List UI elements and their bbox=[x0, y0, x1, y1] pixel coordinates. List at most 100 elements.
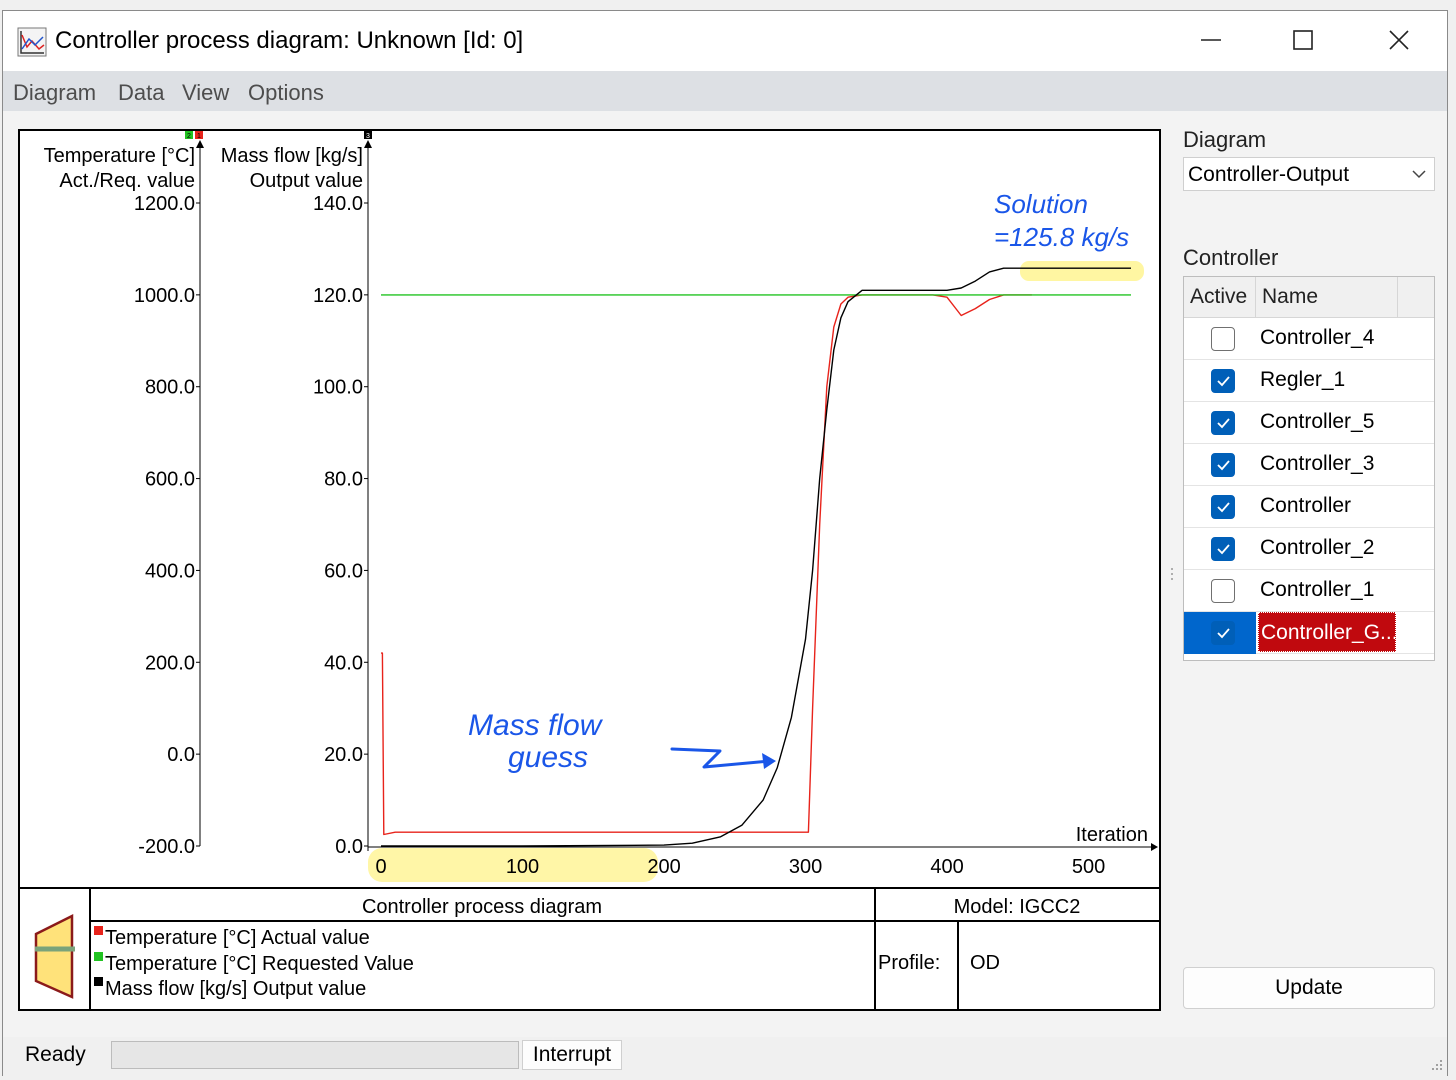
active-checkbox[interactable] bbox=[1211, 327, 1235, 351]
update-button[interactable]: Update bbox=[1183, 967, 1435, 1009]
controller-row[interactable]: Controller_4 bbox=[1184, 318, 1434, 360]
controller-row[interactable]: Controller_G... bbox=[1184, 612, 1434, 654]
valve-icon bbox=[34, 913, 75, 999]
controller-name: Controller_4 bbox=[1260, 326, 1375, 349]
annotation-solution-text: Solution bbox=[994, 189, 1088, 219]
temp-tick-label: 600.0 bbox=[145, 469, 195, 491]
active-checkbox[interactable] bbox=[1211, 621, 1235, 645]
progress-bar bbox=[111, 1041, 519, 1069]
series-temperature-actual bbox=[381, 294, 1032, 836]
chevron-down-icon bbox=[1412, 170, 1426, 179]
checkmark-icon bbox=[1217, 628, 1230, 639]
annotation-arrow bbox=[670, 747, 772, 769]
active-checkbox[interactable] bbox=[1211, 411, 1235, 435]
axis-marker-label: 3 bbox=[366, 133, 370, 140]
legend-swatch-red bbox=[94, 926, 103, 935]
maximize-icon bbox=[1293, 30, 1313, 50]
temp-tick-label: 1000.0 bbox=[134, 285, 195, 307]
mass-tick-label: 80.0 bbox=[324, 469, 363, 491]
chart-app-icon bbox=[17, 27, 47, 57]
mass-tick-label: 40.0 bbox=[324, 652, 363, 674]
x-tick-label: 200 bbox=[647, 856, 680, 878]
controller-label: Controller bbox=[1183, 245, 1279, 270]
mass-axis-ticks: 140.0 120.0 100.0 80.0 60.0 40.0 20.0 0.0 bbox=[313, 193, 368, 858]
legend-label: Mass flow [kg/s] Output value bbox=[105, 978, 366, 1000]
minimize-icon bbox=[1201, 39, 1221, 41]
controller-row[interactable]: Regler_1 bbox=[1184, 360, 1434, 402]
profile-label: Profile: bbox=[878, 952, 940, 974]
annotation-solution-value: =125.8 kg/s bbox=[994, 222, 1129, 252]
x-axis-label: Iteration bbox=[1076, 824, 1148, 846]
controller-row[interactable]: Controller_5 bbox=[1184, 402, 1434, 444]
splitter-grip-icon bbox=[1171, 568, 1173, 580]
diagram-dropdown-value: Controller-Output bbox=[1188, 163, 1350, 186]
app-window: Controller process diagram: Unknown [Id:… bbox=[2, 10, 1448, 1077]
controller-name: Controller bbox=[1260, 494, 1352, 517]
close-icon bbox=[1389, 30, 1409, 50]
series-layer bbox=[381, 267, 1131, 847]
menu-view[interactable]: View bbox=[182, 80, 229, 106]
legend-item: Temperature [°C] Requested Value bbox=[94, 952, 414, 975]
legend-swatch-black bbox=[94, 977, 103, 986]
controller-row[interactable]: Controller_3 bbox=[1184, 444, 1434, 486]
temp-tick-label: 800.0 bbox=[145, 377, 195, 399]
controller-name: Controller_1 bbox=[1260, 578, 1375, 601]
active-checkbox[interactable] bbox=[1211, 369, 1235, 393]
legend-swatch-green bbox=[94, 952, 103, 961]
close-button[interactable] bbox=[1369, 17, 1429, 63]
temp-tick-label: 200.0 bbox=[145, 652, 195, 674]
x-tick-label: 300 bbox=[789, 856, 822, 878]
controller-row[interactable]: Controller bbox=[1184, 486, 1434, 528]
mass-axis-label: Mass flow [kg/s] bbox=[221, 145, 363, 167]
controller-row[interactable]: Controller_1 bbox=[1184, 570, 1434, 612]
series-mass-flow-output bbox=[381, 267, 1131, 847]
axis-marker-label: 2 bbox=[187, 133, 191, 140]
chart-panel: 2 1 3 Temperature [°C] Act./Req. value M… bbox=[18, 129, 1161, 1011]
menu-options[interactable]: Options bbox=[248, 80, 324, 106]
title-bar: Controller process diagram: Unknown [Id:… bbox=[3, 11, 1447, 71]
temp-axis-sublabel: Act./Req. value bbox=[59, 170, 195, 192]
legend-item: Temperature [°C] Actual value bbox=[94, 926, 370, 949]
x-axis-arrow bbox=[1151, 843, 1158, 851]
column-active[interactable]: Active bbox=[1184, 277, 1256, 317]
interrupt-button[interactable]: Interrupt bbox=[522, 1040, 622, 1070]
temp-axis-ticks: 1200.0 1000.0 800.0 600.0 400.0 200.0 0.0 -200.… bbox=[134, 193, 200, 858]
checkmark-icon bbox=[1217, 544, 1230, 555]
x-tick-label: 400 bbox=[930, 856, 963, 878]
annotation-solution: Solution =125.8 kg/s bbox=[994, 189, 1129, 252]
menu-data[interactable]: Data bbox=[118, 80, 164, 106]
mass-tick-label: 140.0 bbox=[313, 193, 363, 215]
checkmark-icon bbox=[1217, 376, 1230, 387]
menu-diagram[interactable]: Diagram bbox=[13, 80, 96, 106]
menu-bar: Diagram Data View Options bbox=[3, 71, 1447, 111]
annotation-mass-flow-guess: Mass flow guess bbox=[468, 709, 776, 774]
minimize-button[interactable] bbox=[1181, 17, 1241, 63]
column-name[interactable]: Name bbox=[1256, 277, 1398, 317]
active-checkbox[interactable] bbox=[1211, 579, 1235, 603]
diagram-dropdown[interactable]: Controller-Output bbox=[1183, 157, 1435, 191]
annotation-arrowhead bbox=[762, 753, 776, 769]
active-checkbox[interactable] bbox=[1211, 453, 1235, 477]
x-tick-label: 0 bbox=[375, 856, 386, 878]
resize-grip-icon[interactable] bbox=[1429, 1057, 1443, 1071]
temp-tick-label: 1200.0 bbox=[134, 193, 195, 215]
profile-value: OD bbox=[970, 952, 1000, 974]
checkmark-icon bbox=[1217, 418, 1230, 429]
controller-name: Controller_2 bbox=[1260, 536, 1375, 559]
mass-tick-label: 120.0 bbox=[313, 285, 363, 307]
highlight-solution bbox=[1020, 261, 1144, 281]
legend-label: Temperature [°C] Requested Value bbox=[105, 953, 414, 975]
x-tick-label: 100 bbox=[506, 856, 539, 878]
mass-tick-label: 0.0 bbox=[335, 836, 363, 858]
active-checkbox[interactable] bbox=[1211, 495, 1235, 519]
annotation-mass-flow-text: Mass flow bbox=[468, 709, 604, 742]
legend-title: Controller process diagram bbox=[362, 896, 602, 918]
status-bar: Ready Interrupt bbox=[3, 1037, 1447, 1077]
active-checkbox[interactable] bbox=[1211, 537, 1235, 561]
model-label: Model: IGCC2 bbox=[954, 896, 1081, 918]
maximize-button[interactable] bbox=[1273, 17, 1333, 63]
controller-row[interactable]: Controller_2 bbox=[1184, 528, 1434, 570]
controller-name: Regler_1 bbox=[1260, 368, 1346, 391]
temp-tick-label: -200.0 bbox=[138, 836, 195, 858]
x-tick-label: 500 bbox=[1072, 856, 1105, 878]
